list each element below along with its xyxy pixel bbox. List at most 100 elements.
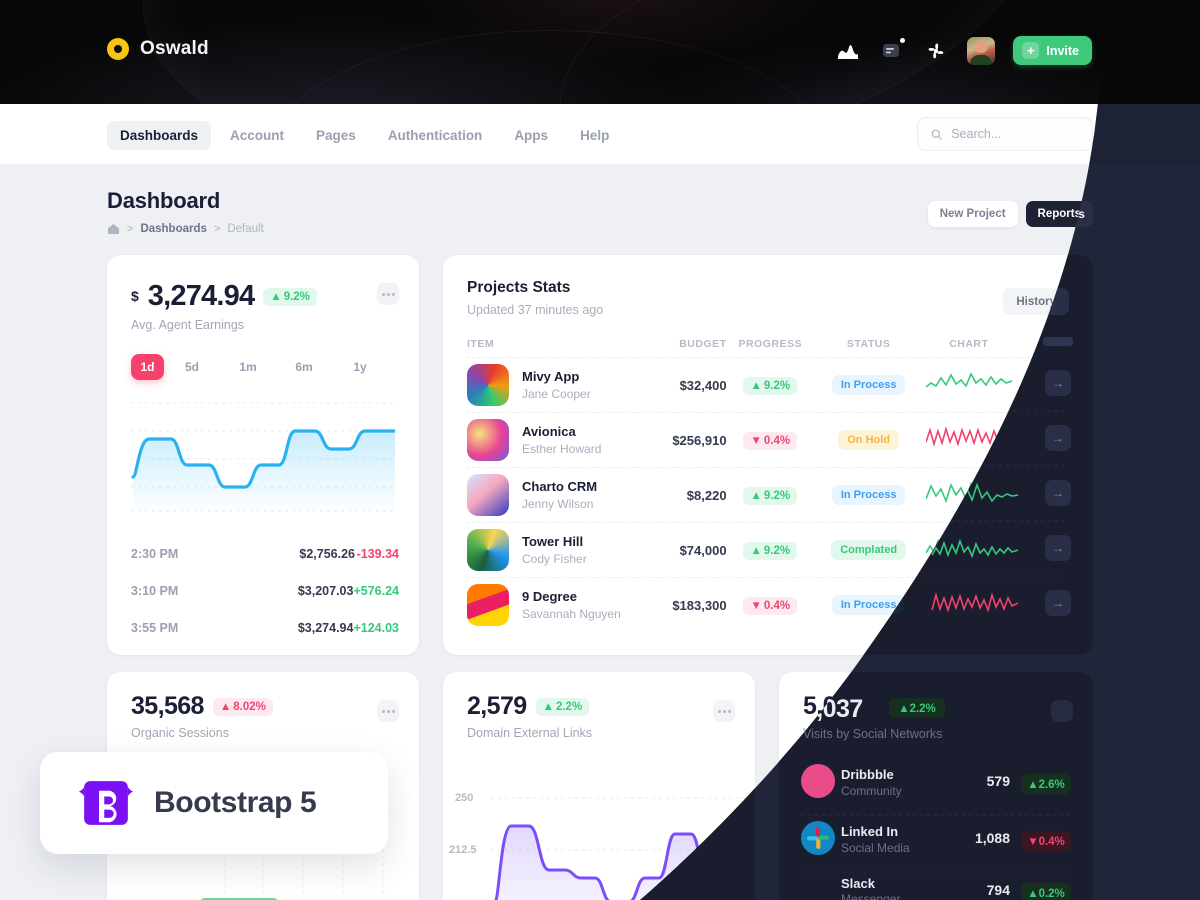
earnings-label: Avg. Agent Earnings bbox=[131, 318, 245, 332]
project-progress-badge: ▼ 0.4% bbox=[743, 431, 798, 450]
project-sparkline bbox=[925, 590, 1013, 612]
domain-more-button[interactable] bbox=[713, 700, 735, 722]
earnings-area-chart bbox=[131, 402, 395, 515]
search-input[interactable] bbox=[951, 127, 1079, 141]
invite-button[interactable]: + Invite bbox=[1013, 36, 1092, 65]
arrow-up-icon: ▲ bbox=[750, 489, 762, 502]
earnings-more-button[interactable] bbox=[377, 283, 399, 305]
project-name: Avionica bbox=[522, 424, 576, 439]
new-project-button[interactable]: New Project bbox=[927, 201, 1018, 227]
column-item: ITEM bbox=[467, 338, 495, 350]
range-tabs: 1d 5d 1m 6m 1y bbox=[107, 332, 419, 380]
header-actions: + Invite bbox=[835, 36, 1092, 65]
bootstrap-badge: Bootstrap 5 bbox=[40, 752, 388, 854]
transaction-amount: $3,207.03 bbox=[297, 583, 354, 598]
project-budget: $74,000 bbox=[679, 542, 727, 558]
project-budget: $32,400 bbox=[679, 377, 727, 393]
earnings-amount: 3,274.94 bbox=[147, 280, 255, 312]
currency-symbol: $ bbox=[131, 288, 139, 304]
social-category: Social Media bbox=[847, 846, 916, 860]
social-value: 5,037 bbox=[803, 692, 863, 720]
table-row[interactable]: Avionica Esther Howard $256,910 ▼ 0.4% On… bbox=[467, 412, 1069, 467]
domain-value: 2,579 bbox=[467, 692, 527, 720]
nav-item-dashboards[interactable]: Dashboards bbox=[107, 121, 212, 150]
project-thumbnail bbox=[467, 584, 509, 626]
list-item[interactable]: Slack Messenger 794 ▲0.2% bbox=[801, 872, 1071, 900]
view-button[interactable]: → bbox=[1043, 372, 1069, 398]
history-button[interactable]: History bbox=[1003, 288, 1069, 315]
organic-delta-badge: ▲ 8.02% bbox=[212, 697, 273, 716]
share-icon[interactable] bbox=[923, 38, 949, 64]
social-visits: 1,088 bbox=[971, 836, 1007, 852]
view-button[interactable]: → bbox=[1043, 537, 1069, 563]
list-item[interactable]: Dribbble Community 579 ▲ 2.6% bbox=[801, 758, 1071, 815]
search-box[interactable] bbox=[917, 117, 1093, 151]
brand-logo-group[interactable]: Oswald bbox=[107, 38, 209, 60]
column-progress: PROGRESS bbox=[738, 338, 803, 350]
nav-item-help[interactable]: Help bbox=[567, 121, 622, 150]
project-budget: $8,220 bbox=[686, 487, 727, 503]
avatar[interactable] bbox=[967, 36, 996, 65]
page-actions: New Project Reports bbox=[927, 201, 1093, 227]
project-budget: $183,300 bbox=[672, 597, 727, 613]
social-visits-card: 5,037 ▲ 2.2% Visits by Social Networks Dr… bbox=[779, 672, 1093, 900]
nav-item-pages[interactable]: Pages bbox=[303, 121, 369, 150]
social-more-button[interactable] bbox=[1051, 700, 1073, 722]
project-budget: $256,910 bbox=[672, 432, 727, 448]
project-name: Charto CRM bbox=[522, 479, 598, 494]
transaction-time: 2:30 PM bbox=[131, 546, 179, 561]
transaction-row: 3:55 PM $3,274.94 +124.03 bbox=[131, 609, 399, 646]
social-label: Visits by Social Networks bbox=[803, 726, 943, 740]
arrow-up-icon: ▲ bbox=[1024, 895, 1035, 900]
status-badge: In Process bbox=[831, 595, 906, 615]
view-button[interactable]: → bbox=[1043, 592, 1069, 618]
nav-item-apps[interactable]: Apps bbox=[501, 121, 561, 150]
bootstrap-label: Bootstrap 5 bbox=[154, 786, 317, 819]
list-item[interactable]: Linked In Social Media 1,088 ▼ 0.4% bbox=[801, 815, 1071, 872]
table-row[interactable]: Mivy App Jane Cooper $32,400 ▲ 9.2% In Pr… bbox=[467, 357, 1069, 412]
project-owner: Jenny Wilson bbox=[522, 497, 594, 511]
project-sparkline bbox=[925, 481, 1012, 503]
view-button[interactable]: → bbox=[1043, 482, 1069, 508]
organic-more-button[interactable] bbox=[377, 700, 399, 722]
table-row[interactable]: Tower Hill Cody Fisher $74,000 ▲ 9.2% Com… bbox=[467, 522, 1069, 577]
arrow-down-icon: ▼ bbox=[750, 434, 762, 447]
social-delta: ▲ 2.6% bbox=[1017, 777, 1071, 796]
social-name: Linked In bbox=[847, 828, 905, 843]
range-tab-5d[interactable]: 5d bbox=[164, 354, 220, 380]
y-axis-tick-250: 250 bbox=[455, 792, 474, 804]
breadcrumb-separator: > bbox=[213, 223, 221, 235]
breadcrumb-item-dashboards[interactable]: Dashboards bbox=[140, 223, 206, 235]
project-thumbnail bbox=[467, 529, 509, 571]
top-header: Oswald + Invite bbox=[0, 0, 1200, 104]
transaction-delta: +576.24 bbox=[353, 583, 399, 598]
organic-label: Organic Sessions bbox=[131, 726, 229, 740]
range-tab-1d[interactable]: 1d bbox=[131, 354, 164, 380]
organic-stat: 35,568 ▲ 8.02% bbox=[107, 672, 419, 719]
domain-links-card: 2,579 ▲ 2.2% Domain External Links 250 21… bbox=[443, 672, 755, 900]
messages-icon[interactable] bbox=[879, 36, 907, 64]
analytics-icon[interactable] bbox=[835, 38, 861, 64]
reports-button[interactable]: Reports bbox=[1025, 201, 1093, 227]
projects-subtitle: Updated 37 minutes ago bbox=[467, 303, 604, 317]
project-owner: Jane Cooper bbox=[522, 387, 591, 401]
bootstrap-icon bbox=[78, 781, 134, 825]
transaction-delta: -139.34 bbox=[356, 546, 399, 561]
social-visits: 579 bbox=[983, 778, 1007, 795]
column-status: STATUS bbox=[846, 338, 891, 350]
range-tab-1y[interactable]: 1y bbox=[332, 354, 388, 380]
project-progress-badge: ▲ 9.2% bbox=[743, 486, 798, 505]
range-tab-6m[interactable]: 6m bbox=[276, 354, 332, 380]
range-tab-1m[interactable]: 1m bbox=[220, 354, 276, 380]
view-button[interactable]: → bbox=[1043, 427, 1069, 453]
column-budget: BUDGET bbox=[679, 338, 727, 350]
transaction-time: 3:10 PM bbox=[131, 583, 179, 598]
table-row[interactable]: Charto CRM Jenny Wilson $8,220 ▲ 9.2% In … bbox=[467, 467, 1069, 522]
y-axis-tick-212: 212.5 bbox=[449, 844, 477, 856]
nav-item-authentication[interactable]: Authentication bbox=[375, 121, 496, 150]
table-row[interactable]: 9 Degree Savannah Nguyen $183,300 ▼ 0.4% … bbox=[467, 577, 1069, 632]
home-icon[interactable] bbox=[107, 223, 120, 235]
nav-item-account[interactable]: Account bbox=[217, 121, 297, 150]
project-sparkline bbox=[925, 425, 1013, 447]
column-view: VIEW bbox=[1040, 338, 1069, 350]
